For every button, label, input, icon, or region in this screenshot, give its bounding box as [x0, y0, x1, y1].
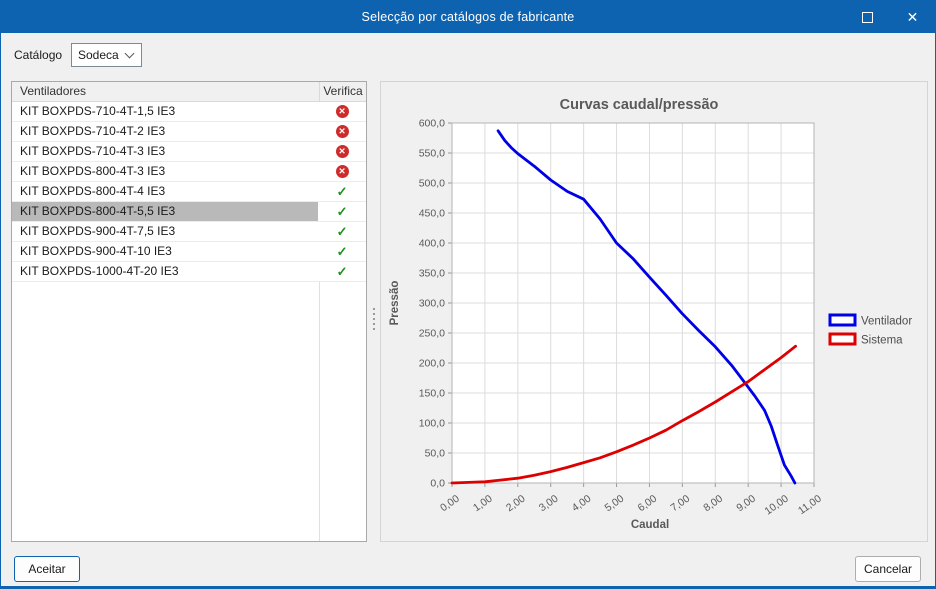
maximize-icon [862, 11, 873, 23]
titlebar[interactable]: Selecção por catálogos de fabricante ✕ [1, 1, 935, 33]
svg-text:Pressão: Pressão [389, 281, 401, 326]
table-row[interactable]: KIT BOXPDS-1000-4T-20 IE3 ✓ [12, 262, 366, 282]
table-row[interactable]: KIT BOXPDS-710-4T-3 IE3 ✕ [12, 142, 366, 162]
svg-text:100,0: 100,0 [419, 418, 445, 430]
fail-cross-icon: ✕ [318, 142, 366, 161]
fail-cross-icon: ✕ [318, 102, 366, 121]
svg-text:7,00: 7,00 [668, 493, 692, 515]
catalog-value: Sodeca [78, 48, 119, 62]
svg-text:500,0: 500,0 [419, 178, 445, 190]
splitter-dot [373, 308, 375, 310]
legend-swatch-icon [828, 332, 857, 346]
pass-check-icon: ✓ [336, 204, 348, 219]
fan-list-header: Ventiladores Verifica [12, 82, 366, 102]
fan-name: KIT BOXPDS-1000-4T-20 IE3 [20, 264, 179, 278]
table-row[interactable]: KIT BOXPDS-900-4T-10 IE3 ✓ [12, 242, 366, 262]
svg-text:450,0: 450,0 [419, 208, 445, 220]
fan-name: KIT BOXPDS-800-4T-4 IE3 [20, 184, 166, 198]
chevron-down-icon [124, 48, 135, 59]
svg-text:0,00: 0,00 [438, 493, 462, 515]
splitter-dot [373, 318, 375, 320]
splitter-dot [373, 323, 375, 325]
fan-list-panel: Ventiladores Verifica KIT BOXPDS-710-4T-… [11, 81, 367, 542]
fan-name: KIT BOXPDS-800-4T-5,5 IE3 [12, 202, 319, 221]
svg-text:9,00: 9,00 [734, 493, 758, 515]
table-row[interactable]: KIT BOXPDS-800-4T-3 IE3 ✕ [12, 162, 366, 182]
legend-item: Sistema [828, 332, 903, 347]
svg-text:2,00: 2,00 [504, 493, 528, 515]
svg-text:Caudal: Caudal [631, 519, 669, 531]
fan-name: KIT BOXPDS-710-4T-3 IE3 [20, 144, 166, 158]
svg-text:5,00: 5,00 [603, 493, 627, 515]
svg-text:Curvas caudal/pressão: Curvas caudal/pressão [560, 97, 719, 113]
legend-label: Ventilador [861, 316, 912, 328]
splitter-dot [373, 328, 375, 330]
pressure-flow-chart: Curvas caudal/pressão 0,00 1,00 2,00 3,00 4,0… [389, 97, 912, 531]
svg-text:3,00: 3,00 [537, 493, 561, 515]
catalog-dropdown[interactable]: Sodeca [71, 43, 142, 67]
panel-splitter[interactable] [370, 299, 378, 339]
table-row[interactable]: KIT BOXPDS-710-4T-1,5 IE3 ✕ [12, 102, 366, 122]
svg-text:550,0: 550,0 [419, 148, 445, 160]
fan-name: KIT BOXPDS-800-4T-3 IE3 [20, 164, 166, 178]
svg-text:350,0: 350,0 [419, 268, 445, 280]
table-row[interactable]: KIT BOXPDS-800-4T-5,5 IE3 ✓ [12, 202, 366, 222]
dialog-window: Selecção por catálogos de fabricante ✕ C… [0, 0, 936, 589]
pass-check-icon: ✓ [336, 224, 348, 239]
fail-cross-icon: ✕ [318, 122, 366, 141]
catalog-label: Catálogo [14, 48, 63, 62]
fan-name: KIT BOXPDS-900-4T-10 IE3 [20, 244, 172, 258]
fan-list-rows: KIT BOXPDS-710-4T-1,5 IE3 ✕ KIT BOXPDS-710… [12, 102, 366, 282]
svg-text:8,00: 8,00 [701, 493, 725, 515]
header-verifica: Verifica [319, 82, 366, 101]
svg-text:200,0: 200,0 [419, 358, 445, 370]
legend-item: Ventilador [828, 313, 912, 328]
pass-check-icon: ✓ [336, 244, 348, 259]
svg-text:0,0: 0,0 [430, 478, 445, 490]
svg-text:150,0: 150,0 [419, 388, 445, 400]
maximize-button[interactable] [845, 1, 890, 33]
dialog-body: Catálogo Sodeca Ventiladores Verifica KI… [1, 33, 935, 586]
fail-cross-icon: ✕ [318, 162, 366, 181]
svg-text:4,00: 4,00 [570, 493, 594, 515]
legend-swatch-icon [828, 313, 857, 327]
window-title: Selecção por catálogos de fabricante [361, 10, 575, 24]
svg-text:11,00: 11,00 [796, 493, 824, 518]
fan-name: KIT BOXPDS-710-4T-1,5 IE3 [20, 104, 176, 118]
pass-check-icon: ✓ [336, 264, 348, 279]
splitter-dot [373, 313, 375, 315]
table-row[interactable]: KIT BOXPDS-800-4T-4 IE3 ✓ [12, 182, 366, 202]
fan-name: KIT BOXPDS-900-4T-7,5 IE3 [20, 224, 176, 238]
fan-name: KIT BOXPDS-710-4T-2 IE3 [20, 124, 166, 138]
header-ventiladores: Ventiladores [20, 84, 87, 98]
svg-text:400,0: 400,0 [419, 238, 445, 250]
close-icon: ✕ [906, 9, 919, 25]
cancel-button[interactable]: Cancelar [855, 556, 921, 582]
svg-text:10,00: 10,00 [762, 493, 791, 518]
svg-text:6,00: 6,00 [636, 493, 660, 515]
svg-text:600,0: 600,0 [419, 118, 445, 130]
svg-text:300,0: 300,0 [419, 298, 445, 310]
pass-check-icon: ✓ [336, 184, 348, 199]
table-row[interactable]: KIT BOXPDS-710-4T-2 IE3 ✕ [12, 122, 366, 142]
legend-label: Sistema [861, 335, 903, 347]
chart-panel: Curvas caudal/pressão 0,00 1,00 2,00 3,00 4,0… [380, 81, 928, 542]
accept-button[interactable]: Aceitar [14, 556, 80, 582]
svg-text:1,00: 1,00 [471, 493, 495, 515]
close-button[interactable]: ✕ [890, 1, 935, 33]
svg-text:50,0: 50,0 [425, 448, 446, 460]
table-row[interactable]: KIT BOXPDS-900-4T-7,5 IE3 ✓ [12, 222, 366, 242]
svg-text:250,0: 250,0 [419, 328, 445, 340]
